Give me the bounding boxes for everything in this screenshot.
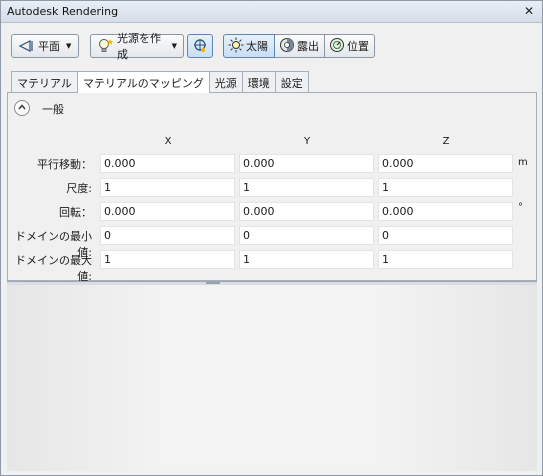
target-light-icon <box>192 38 208 54</box>
chevron-up-icon <box>17 102 27 115</box>
tab-environment[interactable]: 環境 <box>241 71 276 92</box>
plane-label: 平面 <box>38 40 60 53</box>
translation-label: 平行移動： <box>37 158 92 171</box>
scale-y-field[interactable]: 1 <box>239 178 374 197</box>
rotation-label: 回転： <box>59 206 92 219</box>
domain-min-x-field[interactable]: 0 <box>100 226 235 245</box>
translation-z-field[interactable]: 0.000 <box>378 154 513 173</box>
plane-button[interactable]: 平面 ▼ <box>11 34 79 58</box>
rendering-window: Autodesk Rendering ✕ 平面 ▼ 光源を作成 ▼ 太陽 露出 … <box>0 0 543 476</box>
rotation-y-field[interactable]: 0.000 <box>239 202 374 221</box>
scale-z-field[interactable]: 1 <box>378 178 513 197</box>
tab-lights[interactable]: 光源 <box>208 71 243 92</box>
domain-max-label: ドメインの最大値: <box>15 254 92 283</box>
window-title: Autodesk Rendering <box>7 5 119 18</box>
exposure-button[interactable]: 露出 <box>275 34 325 58</box>
chevron-down-icon: ▼ <box>171 42 177 50</box>
toolbar: 平面 ▼ 光源を作成 ▼ 太陽 露出 位置 <box>1 24 542 68</box>
location-label: 位置 <box>347 40 369 53</box>
scale-x-field[interactable]: 1 <box>100 178 235 197</box>
column-header-x: X <box>164 136 172 147</box>
domain-max-x-field[interactable]: 1 <box>100 250 235 269</box>
target-light-button[interactable] <box>187 34 213 58</box>
plane-icon <box>18 38 34 54</box>
tab-materials[interactable]: マテリアル <box>11 71 78 92</box>
preview-area <box>7 285 537 471</box>
close-icon[interactable]: ✕ <box>522 4 536 18</box>
translation-x-field[interactable]: 0.000 <box>100 154 235 173</box>
location-icon <box>329 37 345 56</box>
rotation-unit: ° <box>518 202 523 213</box>
sun-icon <box>228 37 244 56</box>
section-title: 一般 <box>42 103 64 116</box>
create-light-label: 光源を作成 <box>117 32 161 61</box>
collapse-section-button[interactable] <box>14 100 30 116</box>
domain-min-z-field[interactable]: 0 <box>378 226 513 245</box>
sun-label: 太陽 <box>246 40 268 53</box>
sun-button[interactable]: 太陽 <box>223 34 275 58</box>
rotation-z-field[interactable]: 0.000 <box>378 202 513 221</box>
rotation-x-field[interactable]: 0.000 <box>100 202 235 221</box>
exposure-label: 露出 <box>297 40 319 53</box>
tab-settings[interactable]: 設定 <box>274 71 309 92</box>
column-header-z: Z <box>442 136 450 147</box>
translation-y-field[interactable]: 0.000 <box>239 154 374 173</box>
domain-min-y-field[interactable]: 0 <box>239 226 374 245</box>
column-header-y: Y <box>303 136 311 147</box>
domain-max-z-field[interactable]: 1 <box>378 250 513 269</box>
translation-unit: m <box>518 157 528 168</box>
domain-max-y-field[interactable]: 1 <box>239 250 374 269</box>
light-bulb-icon <box>97 38 113 54</box>
chevron-down-icon: ▼ <box>66 42 72 50</box>
create-light-button[interactable]: 光源を作成 ▼ <box>90 32 184 61</box>
scale-label: 尺度: <box>66 182 92 195</box>
splitter-grip-icon[interactable] <box>206 282 220 284</box>
tab-bar: マテリアル マテリアルのマッピング 光源 環境 設定 <box>11 71 309 93</box>
tab-material-mapping[interactable]: マテリアルのマッピング <box>76 71 210 93</box>
location-button[interactable]: 位置 <box>325 34 375 58</box>
material-mapping-panel: 一般 X Y Z 平行移動： 0.000 0.000 0.000 m 尺度: 1… <box>7 92 537 283</box>
title-bar: Autodesk Rendering ✕ <box>1 1 542 23</box>
exposure-icon <box>279 37 295 56</box>
sun-exposure-location-group: 太陽 露出 位置 <box>223 34 375 58</box>
